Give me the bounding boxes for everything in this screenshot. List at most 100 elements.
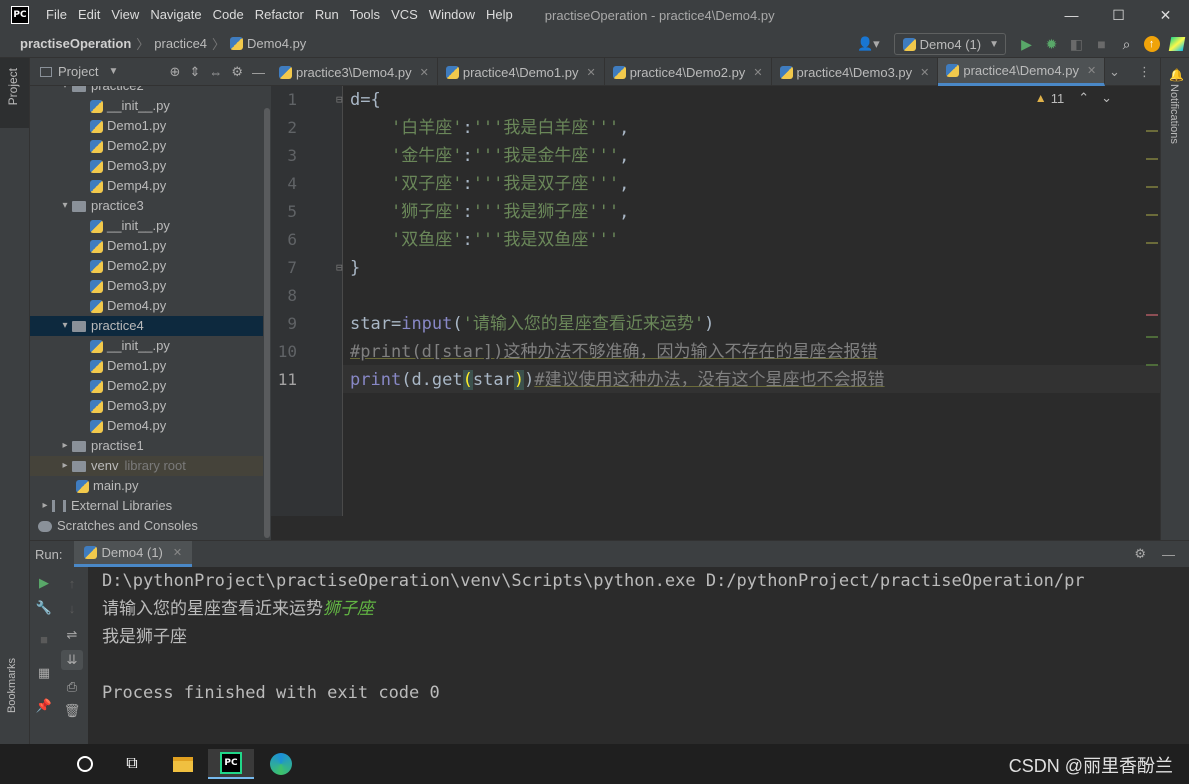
tree-item[interactable]: Demo2.py: [30, 136, 271, 156]
gear-icon[interactable]: ⚙: [231, 64, 243, 80]
layout-icon[interactable]: ▦: [33, 663, 55, 683]
tree-item[interactable]: Demo4.py: [30, 296, 271, 316]
debug-icon[interactable]: ✹: [1039, 32, 1064, 56]
bookmarks-tool-label[interactable]: Bookmarks: [6, 658, 18, 713]
rerun-icon[interactable]: ▶: [33, 573, 55, 593]
notifications-tool-label[interactable]: Notifications: [1168, 84, 1180, 144]
tree-item[interactable]: Scratches and Consoles: [30, 516, 271, 536]
chevron-right-icon[interactable]: ▸: [58, 456, 72, 476]
tree-item[interactable]: Demp4.py: [30, 176, 271, 196]
editor-scrollbar[interactable]: [1142, 86, 1160, 516]
project-tool-tab[interactable]: Project: [0, 58, 29, 128]
chevron-down-icon[interactable]: ▾: [58, 316, 72, 336]
chevron-right-icon[interactable]: ▸: [38, 496, 52, 516]
run-console[interactable]: D:\pythonProject\practiseOperation\venv\…: [102, 567, 1189, 745]
task-view-icon[interactable]: ⧉: [109, 749, 155, 779]
editor-tab[interactable]: practice4\Demo1.py ✕: [438, 58, 605, 86]
coverage-icon[interactable]: ◧: [1064, 32, 1089, 56]
close-icon[interactable]: ✕: [1087, 64, 1096, 77]
chevron-down-icon[interactable]: ▾: [58, 86, 72, 96]
tree-item[interactable]: Demo1.py: [30, 116, 271, 136]
menu-navigate[interactable]: Navigate: [145, 0, 207, 30]
close-icon[interactable]: ✕: [586, 66, 595, 79]
close-icon[interactable]: ✕: [920, 66, 929, 79]
user-icon[interactable]: 👤▾: [857, 36, 880, 52]
tree-item[interactable]: Demo3.py: [30, 156, 271, 176]
tree-item[interactable]: ▾ practice2: [30, 86, 271, 96]
chevron-right-icon[interactable]: ▸: [58, 436, 72, 456]
editor-tab[interactable]: practice3\Demo4.py ✕: [271, 58, 438, 86]
run-config-selector[interactable]: Demo4 (1) ▼: [893, 33, 1006, 55]
breadcrumb-file[interactable]: Demo4.py: [247, 36, 306, 51]
soft-wrap-icon[interactable]: ⇌: [61, 625, 83, 645]
menu-tools[interactable]: Tools: [345, 0, 386, 30]
tree-item[interactable]: __init__.py: [30, 336, 271, 356]
chevron-down-icon[interactable]: ⌄: [1109, 64, 1120, 80]
hide-icon[interactable]: —: [252, 65, 265, 80]
tree-item[interactable]: main.py: [30, 476, 271, 496]
search-icon[interactable]: [62, 749, 108, 779]
menu-refactor[interactable]: Refactor: [250, 0, 310, 30]
chevron-down-icon[interactable]: ▾: [58, 196, 72, 216]
menu-code[interactable]: Code: [208, 0, 250, 30]
breadcrumb-project[interactable]: practiseOperation: [20, 36, 131, 51]
file-explorer-icon[interactable]: [160, 749, 206, 779]
breadcrumb-folder[interactable]: practice4: [154, 36, 207, 51]
menu-file[interactable]: File: [41, 0, 73, 30]
tree-item[interactable]: Demo3.py: [30, 396, 271, 416]
chevron-up-icon[interactable]: ⌃: [1078, 90, 1089, 106]
search-icon[interactable]: ⌕: [1114, 32, 1139, 56]
menu-edit[interactable]: Edit: [73, 0, 106, 30]
editor-tab[interactable]: practice4\Demo3.py ✕: [772, 58, 939, 86]
menu-view[interactable]: View: [106, 0, 145, 30]
run-icon[interactable]: ▶: [1014, 32, 1039, 56]
trash-icon[interactable]: 🗑: [61, 701, 83, 721]
editor-tab[interactable]: practice4\Demo4.py ✕: [938, 58, 1106, 86]
project-panel-title[interactable]: Project: [58, 64, 98, 79]
tree-item[interactable]: Demo3.py: [30, 276, 271, 296]
wrench-icon[interactable]: 🔧: [33, 598, 55, 618]
code-editor[interactable]: 1 2 3 4 5 6 7 8 9 10 11 ⊟ d={ '白羊座':'''我是白羊座''', '金…: [271, 86, 1160, 516]
scroll-to-end-icon[interactable]: ⇊: [61, 650, 83, 670]
editor-tab[interactable]: practice4\Demo2.py ✕: [605, 58, 772, 86]
edge-icon[interactable]: [258, 749, 304, 779]
tree-item[interactable]: Demo4.py: [30, 416, 271, 436]
gear-icon[interactable]: ⚙: [1134, 546, 1146, 562]
close-icon[interactable]: ✕: [173, 546, 182, 559]
fold-icon[interactable]: ⊟: [336, 86, 343, 114]
tree-item[interactable]: ▾ practice4: [30, 316, 271, 336]
chevron-down-icon[interactable]: ⌄: [1101, 90, 1112, 106]
locate-icon[interactable]: ⊕: [170, 64, 181, 80]
tree-item[interactable]: ▾ practice3: [30, 196, 271, 216]
stop-icon[interactable]: ■: [33, 629, 55, 649]
fold-icon[interactable]: ⊟: [336, 254, 343, 282]
pycharm-taskbar-icon[interactable]: PC: [208, 749, 254, 779]
tree-item[interactable]: __init__.py: [30, 96, 271, 116]
stop-icon[interactable]: ■: [1089, 32, 1114, 56]
tree-item[interactable]: Demo1.py: [30, 236, 271, 256]
minimize-button[interactable]: —: [1048, 0, 1095, 30]
tree-item[interactable]: __init__.py: [30, 216, 271, 236]
menu-run[interactable]: Run: [310, 0, 345, 30]
close-icon[interactable]: ✕: [420, 66, 429, 79]
maximize-button[interactable]: ☐: [1095, 0, 1142, 30]
more-icon[interactable]: ⋮: [1138, 64, 1151, 80]
hide-icon[interactable]: —: [1162, 547, 1175, 562]
run-tab[interactable]: Demo4 (1) ✕: [74, 541, 193, 567]
print-icon[interactable]: ⎙: [61, 677, 83, 697]
tree-item[interactable]: ▸ venv library root: [30, 456, 271, 476]
close-icon[interactable]: ✕: [753, 66, 762, 79]
chevron-down-icon[interactable]: ▼: [108, 66, 118, 77]
tree-item[interactable]: Demo1.py: [30, 356, 271, 376]
project-scrollbar[interactable]: [263, 86, 271, 540]
pin-icon[interactable]: 📌: [33, 696, 55, 716]
expand-all-icon[interactable]: ⇕: [189, 64, 200, 80]
arrow-down-icon[interactable]: ↓: [61, 598, 83, 618]
jetbrains-icon[interactable]: [1164, 32, 1189, 56]
menu-window[interactable]: Window: [424, 0, 481, 30]
inspection-widget[interactable]: ▲ 11 ⌃ ⌄: [1035, 90, 1112, 106]
tree-item[interactable]: ▸ practise1: [30, 436, 271, 456]
tree-item[interactable]: Demo2.py: [30, 376, 271, 396]
tree-item[interactable]: ▸ External Libraries: [30, 496, 271, 516]
collapse-all-icon[interactable]: ⇔: [209, 65, 222, 80]
